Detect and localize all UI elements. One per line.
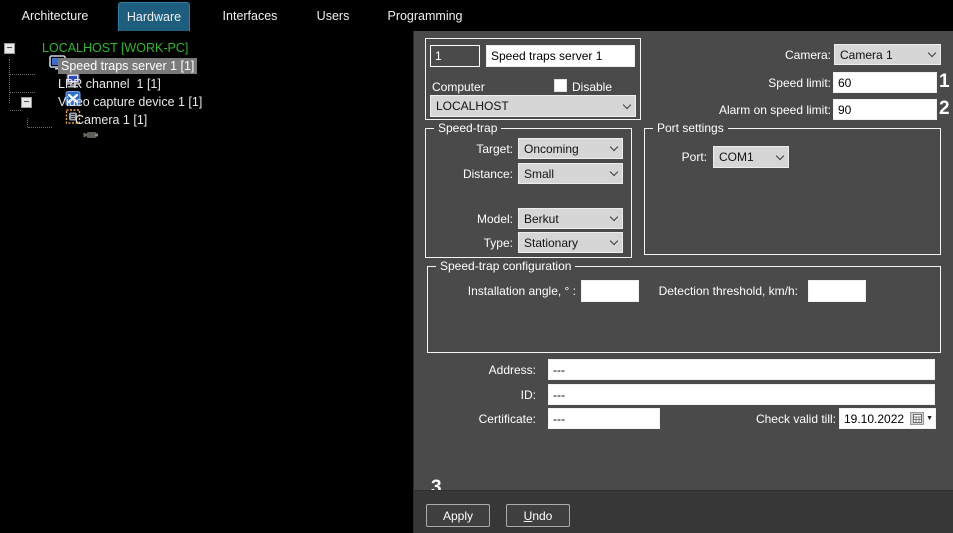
undo-button-label: ndo (532, 509, 552, 523)
camera-label: Camera: (654, 48, 831, 62)
chevron-down-icon (610, 143, 618, 151)
object-name-field[interactable] (486, 45, 635, 67)
tab-interfaces[interactable]: Interfaces (210, 0, 290, 31)
tree-item-lpr-channel[interactable]: LPR channel 1 [1] (0, 75, 413, 93)
speed-trap-group-title: Speed-trap (434, 121, 501, 135)
settings-panel: Computer Disable LOCALHOST Camera: Camer… (414, 31, 953, 533)
check-valid-till-label: Check valid till: (714, 412, 836, 426)
installation-angle-label: Installation angle, ° : (428, 284, 576, 298)
application-window: Architecture Hardware Interfaces Users P… (0, 0, 953, 533)
undo-button-accesskey: U (524, 509, 533, 523)
installation-angle-field[interactable] (581, 280, 639, 302)
distance-select-value: Small (524, 167, 554, 181)
computer-monitor-icon (21, 41, 38, 56)
target-select[interactable]: Oncoming (518, 138, 623, 159)
type-select-value: Stationary (524, 236, 578, 250)
target-select-value: Oncoming (524, 142, 579, 156)
computer-select[interactable]: LOCALHOST (430, 95, 636, 117)
object-id-field[interactable] (430, 45, 480, 67)
port-select-value: COM1 (719, 150, 754, 164)
certificate-label: Certificate: (414, 412, 536, 426)
id-field[interactable] (548, 384, 935, 405)
model-label: Model: (426, 212, 513, 226)
hardware-tree-panel: − LOCALHOST [WORK-PC] Speed traps server… (0, 31, 414, 533)
port-settings-group-title: Port settings (653, 121, 728, 135)
computer-label: Computer (432, 80, 485, 94)
speed-limit-label: Speed limit: (654, 76, 831, 90)
id-label: ID: (414, 388, 536, 402)
address-label: Address: (414, 363, 536, 377)
tab-architecture[interactable]: Architecture (0, 0, 110, 31)
tree-item-label: Camera 1 [1] (75, 113, 147, 127)
disable-label: Disable (572, 80, 612, 94)
lpr-channel-icon (37, 77, 54, 92)
action-bar: Apply Undo (414, 490, 953, 533)
speed-trap-configuration-groupbox: Speed-trap configuration Installation an… (427, 266, 941, 353)
chevron-down-icon (610, 213, 618, 221)
port-label: Port: (645, 150, 707, 164)
port-select[interactable]: COM1 (713, 146, 789, 168)
collapse-toggle-icon[interactable]: − (4, 43, 15, 54)
tree-item-camera[interactable]: Camera 1 [1] (0, 111, 413, 129)
camera-select-value: Camera 1 (840, 48, 893, 62)
tree-item-localhost[interactable]: − LOCALHOST [WORK-PC] (0, 39, 413, 57)
chevron-down-icon (610, 237, 618, 245)
tree-item-video-capture-device[interactable]: − Video capture device 1 [1] (0, 93, 413, 111)
certificate-field[interactable] (548, 408, 660, 429)
tree-item-speed-traps-server[interactable]: Speed traps server 1 [1] (0, 57, 413, 75)
alarm-speed-limit-label: Alarm on speed limit: (654, 103, 831, 117)
type-label: Type: (426, 236, 513, 250)
chevron-down-icon (776, 151, 784, 159)
speed-trap-configuration-group-title: Speed-trap configuration (436, 259, 575, 273)
chevron-down-icon (928, 49, 936, 57)
port-settings-groupbox: Port settings Port: COM1 (644, 128, 941, 255)
computer-select-value: LOCALHOST (436, 99, 509, 113)
tree-item-label: Video capture device 1 [1] (58, 95, 202, 109)
check-valid-till-value: 19.10.2022 (844, 412, 904, 426)
alarm-speed-limit-field[interactable] (833, 99, 937, 120)
camera-icon (54, 113, 71, 128)
detection-threshold-field[interactable] (808, 280, 866, 302)
chevron-down-icon (610, 168, 618, 176)
tree-item-label: Speed traps server 1 [1] (58, 58, 197, 74)
chevron-down-icon (623, 100, 631, 108)
speed-limit-field[interactable] (833, 72, 937, 93)
capture-device-chip-icon (37, 95, 54, 110)
tab-hardware[interactable]: Hardware (118, 2, 190, 31)
distance-label: Distance: (426, 167, 513, 181)
chevron-down-icon: ▼ (926, 415, 933, 422)
undo-button[interactable]: Undo (506, 504, 570, 527)
annotation-2: 2 (939, 98, 950, 120)
tab-users[interactable]: Users (305, 0, 361, 31)
tab-programming[interactable]: Programming (385, 0, 465, 31)
collapse-toggle-icon[interactable]: − (21, 97, 32, 108)
type-select[interactable]: Stationary (518, 232, 623, 253)
tree-item-label: LOCALHOST [WORK-PC] (42, 41, 188, 55)
check-valid-till-datepicker[interactable]: 19.10.2022 ▼ (839, 408, 936, 429)
disable-checkbox[interactable] (554, 79, 567, 92)
apply-button-label: Apply (443, 509, 473, 523)
speed-trap-groupbox: Speed-trap Target: Oncoming Distance: Sm… (425, 128, 632, 258)
identity-groupbox: Computer Disable LOCALHOST (425, 38, 641, 120)
distance-select[interactable]: Small (518, 163, 623, 184)
camera-select[interactable]: Camera 1 (834, 44, 941, 65)
calendar-icon[interactable] (910, 412, 924, 425)
detection-threshold-label: Detection threshold, km/h: (648, 284, 798, 298)
target-label: Target: (426, 142, 513, 156)
tree-item-label: LPR channel 1 [1] (58, 77, 161, 91)
apply-button[interactable]: Apply (426, 504, 490, 527)
server-computer-icon (37, 59, 54, 74)
model-select[interactable]: Berkut (518, 208, 623, 229)
address-field[interactable] (548, 359, 935, 380)
main-tab-bar: Architecture Hardware Interfaces Users P… (0, 0, 953, 31)
annotation-1: 1 (939, 71, 950, 93)
model-select-value: Berkut (524, 212, 559, 226)
